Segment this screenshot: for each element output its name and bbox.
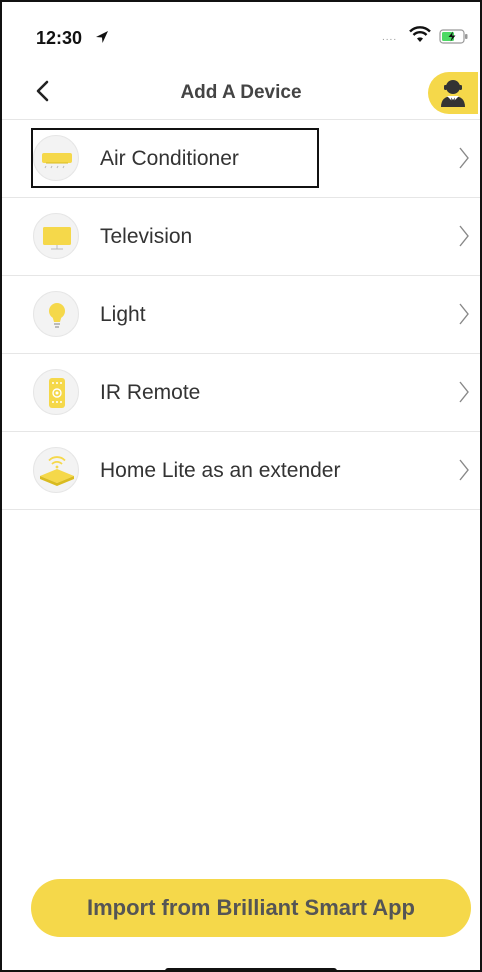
television-icon: [33, 213, 79, 259]
chevron-right-icon: [459, 381, 469, 403]
support-button[interactable]: [428, 72, 478, 114]
device-row-air-conditioner[interactable]: Air Conditioner: [2, 120, 480, 198]
wifi-extender-icon: [33, 447, 79, 493]
device-row-light[interactable]: Light: [2, 276, 480, 354]
air-conditioner-icon: [33, 135, 79, 181]
device-label: Television: [100, 225, 193, 248]
device-label: Light: [100, 303, 146, 326]
chevron-right-icon: [459, 147, 469, 169]
device-row-home-lite-extender[interactable]: Home Lite as an extender: [2, 432, 480, 510]
chevron-right-icon: [459, 303, 469, 325]
wifi-icon: [409, 26, 431, 42]
device-type-list: Air Conditioner Television Light IR Remo…: [2, 120, 480, 510]
import-from-app-button[interactable]: Import from Brilliant Smart App: [31, 879, 471, 937]
cellular-signal-icon: ....: [382, 32, 398, 43]
home-indicator[interactable]: [165, 968, 337, 972]
page-title: Add A Device: [180, 82, 302, 103]
navigation-bar: Add A Device: [2, 64, 480, 120]
device-row-television[interactable]: Television: [2, 198, 480, 276]
device-label: IR Remote: [100, 381, 201, 404]
device-label: Home Lite as an extender: [100, 459, 341, 482]
battery-charging-icon: [439, 29, 468, 44]
status-time: 12:30: [36, 28, 83, 48]
light-bulb-icon: [33, 291, 79, 337]
ir-remote-icon: [33, 369, 79, 415]
chevron-right-icon: [459, 225, 469, 247]
location-arrow-icon: [96, 31, 108, 43]
support-agent-icon: [441, 80, 465, 107]
chevron-right-icon: [459, 459, 469, 481]
device-row-ir-remote[interactable]: IR Remote: [2, 354, 480, 432]
status-bar: 12:30 ....: [2, 2, 480, 64]
phone-screen: 12:30 .... Add A Device Air Conditioner …: [0, 0, 482, 972]
device-label: Air Conditioner: [100, 147, 239, 170]
